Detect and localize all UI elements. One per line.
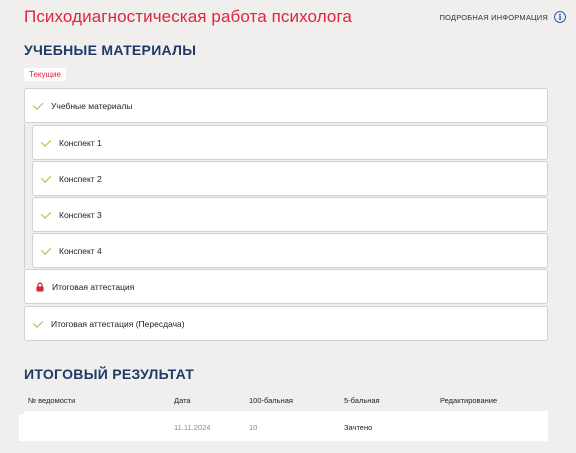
check-icon: [40, 135, 52, 147]
module-item-final-exam-retake[interactable]: Итоговая аттестация (Пересдача): [24, 306, 548, 341]
module-item-label: Конспект 4: [59, 245, 102, 256]
check-icon: [40, 207, 52, 219]
check-icon: [40, 243, 52, 255]
module-item-summary-2[interactable]: Конспект 2: [32, 161, 548, 196]
cell-date: 11.11.2024: [174, 423, 211, 432]
tree-connector: [24, 124, 25, 268]
module-item-label: Учебные материалы: [51, 100, 133, 111]
redacted-block: [19, 414, 118, 441]
module-item-label: Итоговая аттестация: [52, 281, 135, 292]
module-item-final-exam[interactable]: Итоговая аттестация: [24, 269, 548, 304]
column-header-edit: Редактирование: [440, 396, 498, 405]
page-title: Психодиагностическая работа психолога: [24, 7, 352, 26]
module-item-label: Итоговая аттестация (Пересдача): [51, 318, 185, 329]
check-icon: [40, 171, 52, 183]
column-header-score5: 5-бальная: [344, 396, 380, 405]
materials-section-title: УЧЕБНЫЕ МАТЕРИАЛЫ: [24, 42, 197, 58]
info-icon[interactable]: i: [554, 11, 566, 23]
cell-score5: Зачтено: [344, 423, 373, 432]
column-header-sheet: № ведомости: [28, 396, 76, 405]
lock-icon: [36, 282, 44, 291]
check-icon: [32, 98, 44, 110]
module-item-summary-3[interactable]: Конспект 3: [32, 197, 548, 232]
info-link[interactable]: ПОДРОБНАЯ ИНФОРМАЦИЯ: [439, 13, 548, 22]
module-item-summary-4[interactable]: Конспект 4: [32, 233, 548, 268]
column-header-score100: 100-бальная: [249, 396, 293, 405]
column-header-date: Дата: [174, 396, 191, 405]
module-item-label: Конспект 2: [59, 173, 102, 184]
results-table-header: № ведомости Дата 100-бальная 5-бальная Р…: [24, 392, 548, 410]
module-item-materials[interactable]: Учебные материалы: [24, 88, 548, 123]
module-item-label: Конспект 1: [59, 137, 102, 148]
check-icon: [32, 316, 44, 328]
cell-score100: 10: [249, 423, 258, 432]
module-item-label: Конспект 3: [59, 209, 102, 220]
current-filter-chip[interactable]: Текущие: [24, 68, 66, 81]
module-item-summary-1[interactable]: Конспект 1: [32, 125, 548, 160]
results-section-title: ИТОГОВЫЙ РЕЗУЛЬТАТ: [24, 366, 195, 382]
